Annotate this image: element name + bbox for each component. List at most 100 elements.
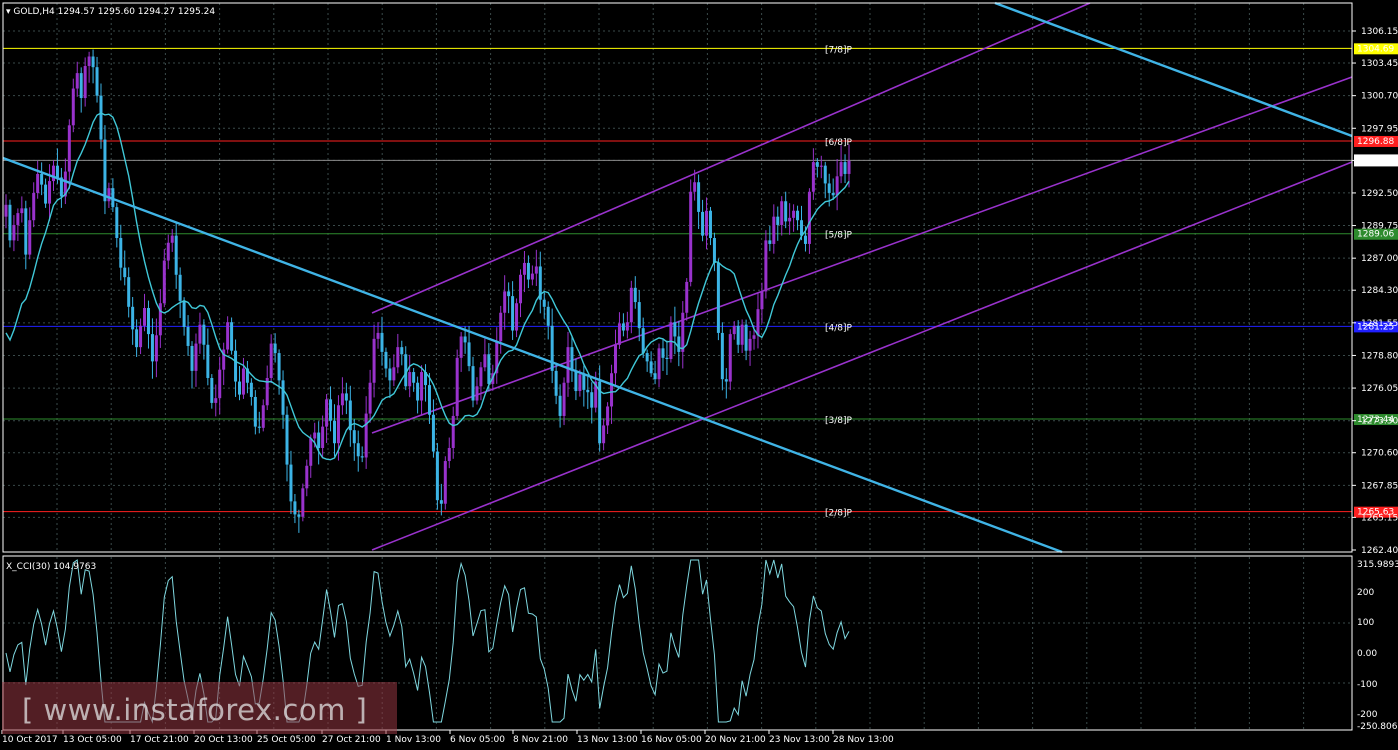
collapse-arrow-icon[interactable]: ▾ [6,7,13,17]
candle-body [384,351,388,369]
cci-scale-label: 315.9893 [1357,560,1398,570]
candle-body [332,420,336,444]
candle-body [226,322,230,350]
candle-body [194,343,198,371]
candle-body [55,165,59,178]
candle-body [218,369,222,399]
candle-body [744,324,748,351]
murrey-levels [3,47,1352,513]
candle-body [570,347,574,371]
candle-body [732,325,736,335]
candle-body [617,323,621,345]
candle-body [649,361,653,374]
candle-body [657,348,661,380]
candle-body [352,430,356,444]
candle-body [356,443,360,457]
candle-body [550,325,554,371]
candle-body [736,325,740,345]
candle-body [20,208,24,214]
candle-body [257,426,261,428]
candle-body [602,425,606,444]
candle-body [238,381,242,395]
time-tick-label: 6 Nov 05:00 [450,735,505,745]
candle-body [8,204,12,241]
candle-body [396,347,400,368]
candle-body [301,488,305,517]
candle-body [511,296,515,331]
candle-body [435,451,439,501]
time-tick-label: 25 Oct 05:00 [257,735,316,745]
candle-body [91,56,95,68]
candle-body [103,139,107,202]
candle-body [582,374,586,390]
cci-scale-label: 200 [1357,588,1374,598]
candle-body [162,260,166,304]
candle-body [792,210,796,218]
time-tick-label: 10 Oct 2017 [2,735,58,745]
candle-body [289,464,293,502]
candle-body [606,406,610,426]
candle-body [293,501,297,515]
candle-body [641,328,645,354]
candle-body [748,338,752,351]
candle-body [388,368,392,381]
price-tick-label: 1300.70 [1361,92,1398,102]
candle-body [835,176,839,196]
candle-body [281,380,285,415]
candles [4,49,851,533]
candle-body [661,348,665,358]
candle-body [143,307,147,326]
murrey-level-name: [6/8]P [825,138,853,148]
candle-body [796,210,800,221]
candle-body [827,183,831,193]
channel-lower [371,161,1353,551]
candle-body [637,302,641,329]
candle-body [269,343,273,378]
murrey-level-name: [7/8]P [825,45,853,55]
candle-body [807,191,811,244]
cci-scale-label: -200 [1357,710,1378,720]
price-tick-label: 1276.05 [1361,384,1398,394]
candle-body [507,291,511,297]
time-tick-label: 20 Oct 13:00 [194,735,253,745]
moving-average [5,112,850,461]
candle-body [578,374,582,392]
candle-body [708,210,712,239]
candle-body [79,73,83,99]
time-tick-label: 20 Nov 21:00 [705,735,766,745]
candle-body [697,182,701,212]
time-tick-label: 17 Oct 21:00 [130,735,189,745]
candle-body [815,162,819,167]
candle-body [447,447,451,462]
candle-body [471,366,475,401]
candle-body [843,162,847,174]
time-tick-label: 13 Nov 13:00 [577,735,638,745]
price-tick-label: 1287.00 [1361,254,1398,264]
candle-body [321,426,325,448]
candle-body [376,332,380,339]
price-tick-label: 1292.50 [1361,189,1398,199]
price-axis: 1306.15 1303.45 1300.70 1297.95 1292.50 1289.… [1352,27,1398,556]
candle-body [150,334,154,362]
candle-body [776,216,780,225]
chart-frame [2,2,1353,731]
candle-body [542,299,546,307]
candle-body [305,465,309,489]
candle-body [819,165,823,167]
main-grid [3,3,1352,552]
trend-line [2,1,1353,554]
cci-scale-label: 0.00 [1357,649,1377,659]
candle-body [344,393,348,401]
candle-body [503,291,507,313]
candle-body [230,322,234,351]
price-tick-label: 1273.30 [1361,417,1398,427]
candle-body [705,210,709,236]
candle-body [392,367,396,381]
candle-body [309,438,313,466]
candle-body [135,329,139,348]
candle-body [558,395,562,416]
candle-body [455,357,459,416]
price-channel [371,2,1353,551]
candle-body [416,382,420,401]
candle-body [107,188,111,202]
